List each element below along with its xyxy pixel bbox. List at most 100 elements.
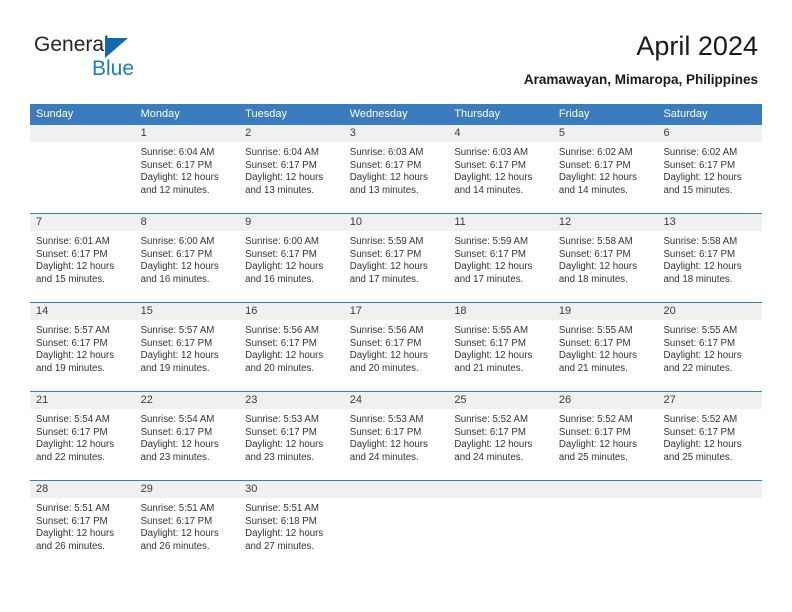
day-cell[interactable]: 4 Sunrise: 6:03 AM Sunset: 6:17 PM Daylight… xyxy=(448,125,553,213)
day-cell[interactable]: 14 Sunrise: 5:57 AM Sunset: 6:17 PM Dayligh… xyxy=(30,303,135,391)
day-detail-line: Daylight: 12 hours xyxy=(349,261,428,273)
day-number: 17 xyxy=(343,303,449,320)
day-number: 27 xyxy=(657,392,763,409)
day-detail-line: Sunset: 6:17 PM xyxy=(36,426,108,438)
day-details: Sunrise: 5:51 AM Sunset: 6:17 PM Daylight:… xyxy=(30,498,135,569)
day-cell[interactable]: 7 Sunrise: 6:01 AM Sunset: 6:17 PM Daylight… xyxy=(30,214,135,302)
day-number: 18 xyxy=(448,303,553,320)
day-detail-line: Daylight: 12 hours xyxy=(140,172,219,184)
day-detail-line: Sunrise: 5:58 AM xyxy=(663,236,738,247)
day-cell[interactable]: 13 Sunrise: 5:58 AM Sunset: 6:17 PM Dayligh… xyxy=(657,214,763,302)
day-number xyxy=(343,481,449,498)
day-detail-line: Daylight: 12 hours xyxy=(36,350,115,362)
day-detail-line: Sunrise: 5:59 AM xyxy=(349,236,424,247)
day-detail-line: and 16 minutes. xyxy=(140,273,210,285)
day-detail-line: Sunset: 6:17 PM xyxy=(349,426,422,438)
day-number: 26 xyxy=(552,392,658,409)
logo-text-blue: Blue xyxy=(92,57,135,80)
day-detail-line: Sunset: 6:17 PM xyxy=(245,159,317,171)
day-cell[interactable]: 23 Sunrise: 5:53 AM Sunset: 6:17 PM Dayligh… xyxy=(239,392,344,480)
day-detail-line: Sunset: 6:17 PM xyxy=(245,337,317,349)
day-detail-line: Sunrise: 5:53 AM xyxy=(349,414,424,425)
day-detail-line: Sunset: 6:17 PM xyxy=(349,248,422,260)
day-cell[interactable]: 9 Sunrise: 6:00 AM Sunset: 6:17 PM Daylight… xyxy=(239,214,344,302)
day-cell[interactable]: 15 Sunrise: 5:57 AM Sunset: 6:17 PM Dayligh… xyxy=(134,303,240,391)
day-detail-line: Sunset: 6:17 PM xyxy=(140,159,213,171)
day-cell[interactable]: 21 Sunrise: 5:54 AM Sunset: 6:17 PM Dayligh… xyxy=(30,392,135,480)
day-detail-line: Sunset: 6:17 PM xyxy=(245,426,317,438)
day-detail-line: Daylight: 12 hours xyxy=(663,350,742,362)
day-detail-line: Sunrise: 6:00 AM xyxy=(245,236,319,247)
day-cell[interactable]: 2 Sunrise: 6:04 AM Sunset: 6:17 PM Daylight… xyxy=(239,125,344,213)
calendar-week-row: 1 Sunrise: 6:04 AM Sunset: 6:17 PM Daylight… xyxy=(30,125,763,213)
day-detail-line: Sunrise: 6:01 AM xyxy=(36,236,110,247)
day-details: Sunrise: 6:03 AM Sunset: 6:17 PM Daylight:… xyxy=(448,142,553,213)
day-detail-line: and 15 minutes. xyxy=(663,184,733,196)
day-detail-line: Sunrise: 5:52 AM xyxy=(663,414,738,425)
day-number: 14 xyxy=(30,303,135,320)
weekday-header-monday: Monday xyxy=(140,108,180,120)
day-cell[interactable]: 3 Sunrise: 6:03 AM Sunset: 6:17 PM Daylight… xyxy=(343,125,449,213)
day-detail-line: and 12 minutes. xyxy=(140,184,210,196)
day-detail-line: and 20 minutes. xyxy=(349,362,419,374)
day-detail-line: and 23 minutes. xyxy=(140,451,210,463)
day-cell[interactable]: 8 Sunrise: 6:00 AM Sunset: 6:17 PM Daylight… xyxy=(134,214,240,302)
calendar-week-row: 21 Sunrise: 5:54 AM Sunset: 6:17 PM Dayligh… xyxy=(30,391,763,480)
calendar-week-row: 14 Sunrise: 5:57 AM Sunset: 6:17 PM Dayligh… xyxy=(30,302,763,391)
weekday-header-row: Sunday Monday Tuesday Wednesday Thursday Frid… xyxy=(30,104,762,125)
weekday-header-saturday: Saturday xyxy=(663,108,708,120)
day-details: Sunrise: 6:01 AM Sunset: 6:17 PM Daylight:… xyxy=(30,231,135,302)
day-detail-line: Sunrise: 5:55 AM xyxy=(558,325,633,336)
day-cell[interactable]: 19 Sunrise: 5:55 AM Sunset: 6:17 PM Dayligh… xyxy=(552,303,658,391)
day-detail-line: and 17 minutes. xyxy=(454,273,524,285)
day-cell[interactable]: 24 Sunrise: 5:53 AM Sunset: 6:17 PM Dayligh… xyxy=(343,392,449,480)
day-cell[interactable]: 28 Sunrise: 5:51 AM Sunset: 6:17 PM Dayligh… xyxy=(30,481,135,569)
day-detail-line: Sunrise: 6:02 AM xyxy=(558,147,633,158)
day-cell[interactable]: 30 Sunrise: 5:51 AM Sunset: 6:18 PM Dayligh… xyxy=(239,481,344,569)
day-detail-line: and 22 minutes. xyxy=(663,362,733,374)
day-details: Sunrise: 6:03 AM Sunset: 6:17 PM Daylight:… xyxy=(344,142,449,213)
day-cell[interactable]: 6 Sunrise: 6:02 AM Sunset: 6:17 PM Daylight… xyxy=(657,125,763,213)
day-detail-line: Daylight: 12 hours xyxy=(558,172,637,184)
day-detail-line: Sunset: 6:17 PM xyxy=(558,248,631,260)
day-cell[interactable]: 12 Sunrise: 5:58 AM Sunset: 6:17 PM Dayligh… xyxy=(552,214,658,302)
day-number: 13 xyxy=(657,214,763,231)
day-number: 11 xyxy=(448,214,553,231)
day-detail-line: Sunrise: 5:54 AM xyxy=(36,414,110,425)
day-detail-line: and 20 minutes. xyxy=(245,362,315,374)
day-cell[interactable]: 5 Sunrise: 6:02 AM Sunset: 6:17 PM Daylight… xyxy=(552,125,658,213)
day-number xyxy=(657,481,763,498)
day-detail-line: Sunrise: 5:53 AM xyxy=(245,414,319,425)
day-detail-line: and 24 minutes. xyxy=(349,451,419,463)
day-cell[interactable]: 1 Sunrise: 6:04 AM Sunset: 6:17 PM Daylight… xyxy=(134,125,240,213)
day-detail-line: Sunset: 6:17 PM xyxy=(36,248,108,260)
day-details: Sunrise: 5:53 AM Sunset: 6:17 PM Daylight:… xyxy=(239,409,344,480)
title-block: April 2024 Aramawayan, Mimaropa, Philipp… xyxy=(524,30,758,89)
day-detail-line: Daylight: 12 hours xyxy=(140,350,219,362)
day-number: 15 xyxy=(134,303,240,320)
day-cell[interactable]: 20 Sunrise: 5:55 AM Sunset: 6:17 PM Dayligh… xyxy=(657,303,763,391)
day-cell[interactable]: 17 Sunrise: 5:56 AM Sunset: 6:17 PM Dayligh… xyxy=(343,303,449,391)
day-cell[interactable]: 22 Sunrise: 5:54 AM Sunset: 6:17 PM Dayligh… xyxy=(134,392,240,480)
day-detail-line: Sunset: 6:17 PM xyxy=(36,337,108,349)
day-detail-line: Daylight: 12 hours xyxy=(558,261,637,273)
day-detail-line: Sunrise: 5:52 AM xyxy=(454,414,529,425)
day-cell[interactable]: 29 Sunrise: 5:51 AM Sunset: 6:17 PM Dayligh… xyxy=(134,481,240,569)
logo-triangle-icon xyxy=(105,38,128,58)
day-detail-line: Sunset: 6:17 PM xyxy=(558,159,631,171)
day-cell[interactable]: 27 Sunrise: 5:52 AM Sunset: 6:17 PM Dayligh… xyxy=(657,392,763,480)
day-detail-line: Daylight: 12 hours xyxy=(663,261,742,273)
day-cell[interactable]: 11 Sunrise: 5:59 AM Sunset: 6:17 PM Dayligh… xyxy=(448,214,553,302)
day-cell[interactable]: 26 Sunrise: 5:52 AM Sunset: 6:17 PM Dayligh… xyxy=(552,392,658,480)
day-cell[interactable]: 10 Sunrise: 5:59 AM Sunset: 6:17 PM Dayligh… xyxy=(343,214,449,302)
day-detail-line: and 21 minutes. xyxy=(454,362,524,374)
day-detail-line: and 26 minutes. xyxy=(140,540,210,552)
day-cell[interactable]: 18 Sunrise: 5:55 AM Sunset: 6:17 PM Dayligh… xyxy=(448,303,553,391)
day-cell[interactable]: 16 Sunrise: 5:56 AM Sunset: 6:17 PM Dayligh… xyxy=(239,303,344,391)
calendar-page: General Blue April 2024 Aramawayan, Mima… xyxy=(0,0,792,612)
general-blue-logo: General Blue xyxy=(34,33,204,85)
day-detail-line: Daylight: 12 hours xyxy=(245,261,324,273)
day-detail-line: Sunset: 6:17 PM xyxy=(558,337,631,349)
day-detail-line: Daylight: 12 hours xyxy=(454,172,533,184)
day-cell[interactable]: 25 Sunrise: 5:52 AM Sunset: 6:17 PM Dayligh… xyxy=(448,392,553,480)
